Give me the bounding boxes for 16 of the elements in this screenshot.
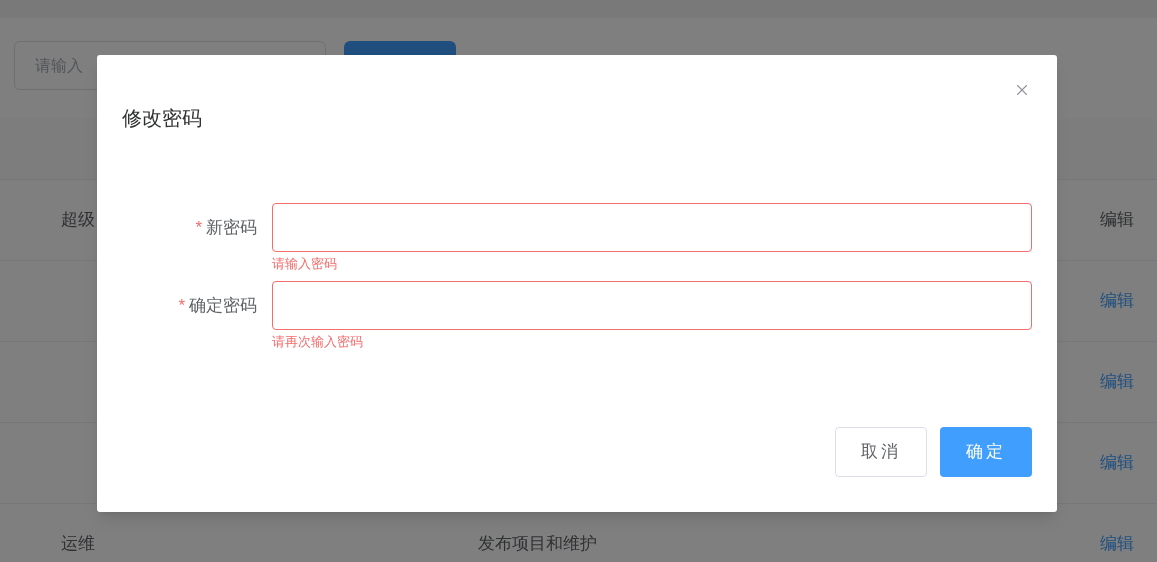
confirm-button[interactable]: 确定 — [940, 427, 1032, 477]
edit-link[interactable]: 编辑 — [1100, 291, 1134, 311]
dialog-title: 修改密码 — [122, 106, 202, 131]
table-cell: 发布项目和维护 — [478, 534, 597, 554]
table-cell: 运维 — [61, 534, 95, 554]
required-mark: * — [195, 216, 202, 239]
cancel-button[interactable]: 取消 — [835, 427, 927, 477]
error-message: 请再次输入密码 — [272, 334, 363, 349]
edit-link[interactable]: 编辑 — [1100, 534, 1134, 554]
field-label: 确定密码 — [189, 294, 257, 317]
table-cell: 超级 — [61, 210, 95, 230]
error-message: 请输入密码 — [272, 256, 337, 271]
required-mark: * — [178, 294, 185, 317]
field-label: 新密码 — [206, 216, 257, 239]
edit-link[interactable]: 编辑 — [1100, 453, 1134, 473]
edit-link[interactable]: 编辑 — [1100, 372, 1134, 392]
